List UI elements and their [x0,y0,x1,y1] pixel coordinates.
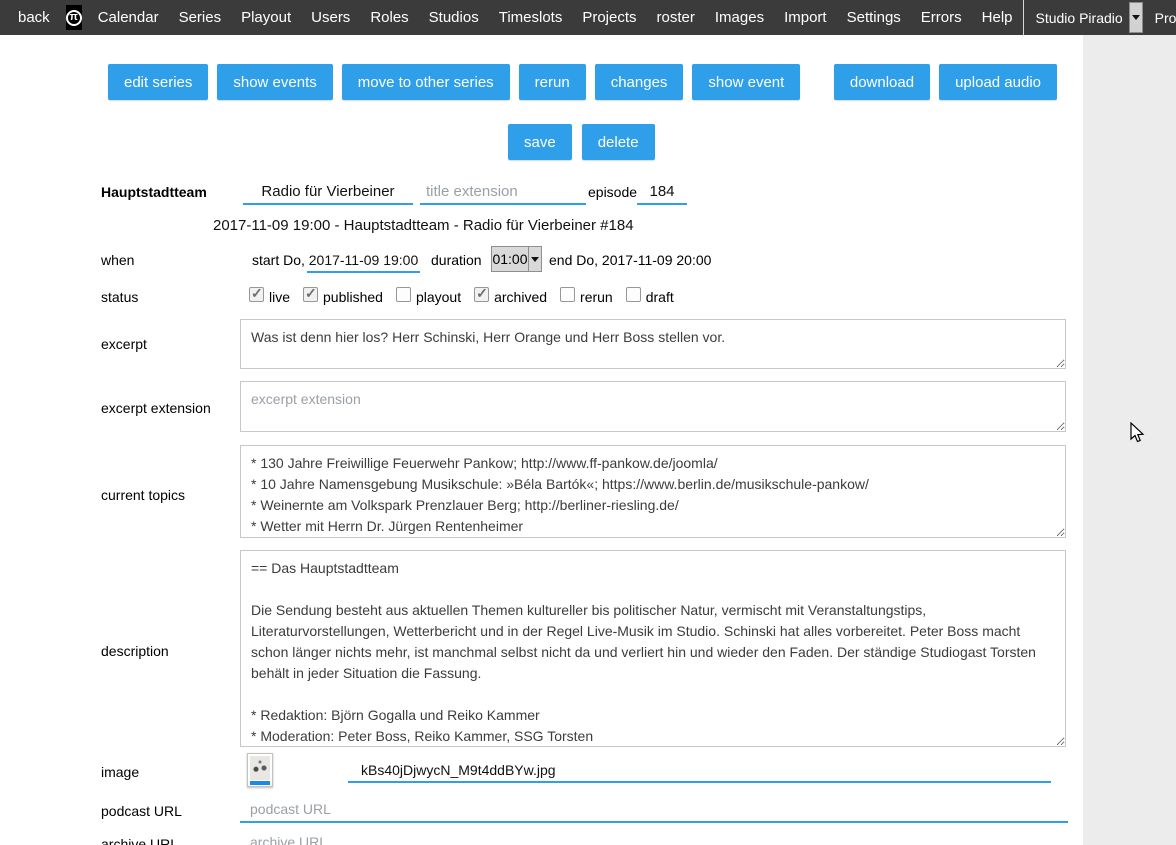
event-summary-line: 2017-11-09 19:00 - Hauptstadtteam - Radi… [213,217,634,234]
excerpt-textarea[interactable]: Was ist denn hier los? Herr Schinski, He… [240,319,1066,369]
duration-label: duration [431,252,482,268]
piradio-logo[interactable]: π [66,5,82,30]
nav-item-images[interactable]: Images [705,9,774,26]
chevron-down-icon [1132,15,1140,20]
title-extension-input[interactable] [420,180,586,205]
episode-label: episode [588,184,637,200]
nav-item-timeslots[interactable]: Timeslots [489,9,573,26]
studio-select[interactable]: Studio Piradio [1024,0,1143,35]
nav-item-users[interactable]: Users [301,9,360,26]
nav-item-import[interactable]: Import [774,9,837,26]
studio-select-arrow[interactable] [1129,2,1143,33]
image-filename-input[interactable] [348,758,1051,783]
nav-item-roles[interactable]: Roles [360,9,418,26]
checkbox-rerun[interactable]: rerun [560,287,613,305]
nav-item-studios[interactable]: Studios [419,9,489,26]
nav-item-playout[interactable]: Playout [231,9,301,26]
download-button[interactable]: download [834,64,930,100]
description-textarea[interactable]: == Das Hauptstadtteam Die Sendung besteh… [240,550,1066,747]
archive-url-label: archive URL [101,836,178,845]
back-link[interactable]: back [10,9,58,26]
end-datetime-label: end Do, 2017-11-09 20:00 [549,252,711,268]
episode-input[interactable] [637,180,687,205]
duration-select[interactable]: 01:00 [491,246,542,272]
upload-audio-button[interactable]: upload audio [939,64,1057,100]
start-prefix-label: start Do, [252,252,305,268]
series-title-label: Hauptstadtteam [101,184,207,200]
checkbox-draft[interactable]: draft [626,287,674,305]
image-thumbnail-bar [250,781,270,785]
description-label: description [101,643,169,659]
podcast-url-input[interactable] [240,796,1068,823]
checkbox-icon[interactable] [249,287,264,302]
checkbox-archived[interactable]: archived [474,287,547,305]
page-right-gutter [1083,35,1176,845]
save-button[interactable]: save [508,124,572,160]
nav-item-calendar[interactable]: Calendar [88,9,169,26]
current-topics-textarea[interactable]: * 130 Jahre Freiwillige Feuerwehr Pankow… [240,445,1066,538]
image-thumbnail[interactable] [247,753,273,787]
navbar-right-group: Studio Piradio Project 88vier Logout mil… [1023,0,1176,35]
nav-item-projects[interactable]: Projects [572,9,646,26]
show-events-button[interactable]: show events [217,64,332,100]
excerpt-extension-label: excerpt extension [101,400,211,416]
status-checkbox-row: live published playout archived rerun dr… [249,287,674,305]
checkbox-playout[interactable]: playout [396,287,461,305]
delete-button[interactable]: delete [582,124,655,160]
nav-item-help[interactable]: Help [972,9,1023,26]
when-label: when [101,252,134,268]
top-navbar: back π Calendar Series Playout Users Rol… [0,0,1176,35]
rerun-button[interactable]: rerun [519,64,586,100]
project-select[interactable]: Project 88vier [1143,0,1176,35]
checkbox-icon[interactable] [396,287,411,302]
edit-series-button[interactable]: edit series [108,64,208,100]
current-topics-label: current topics [101,487,185,503]
piradio-logo-icon: π [66,10,82,26]
nav-item-roster[interactable]: roster [647,9,705,26]
nav-item-errors[interactable]: Errors [911,9,972,26]
toolbar-row-2: save delete [508,124,655,160]
nav-item-series[interactable]: Series [169,9,232,26]
excerpt-extension-textarea[interactable] [240,381,1066,432]
excerpt-label: excerpt [101,336,147,352]
toolbar-row-1: edit series show events move to other se… [0,64,1083,100]
checkbox-live[interactable]: live [249,287,290,305]
toolbar-spacer [809,64,825,100]
chevron-down-icon [531,257,539,262]
checkbox-published[interactable]: published [303,287,383,305]
start-datetime-input[interactable] [307,248,420,273]
show-event-button[interactable]: show event [692,64,800,100]
nav-item-settings[interactable]: Settings [837,9,911,26]
show-edit-page: back π Calendar Series Playout Users Rol… [0,0,1176,845]
checkbox-icon[interactable] [560,287,575,302]
checkbox-icon[interactable] [474,287,489,302]
move-to-other-series-button[interactable]: move to other series [342,64,510,100]
archive-url-input[interactable] [240,829,1068,845]
title-input[interactable] [243,180,413,205]
status-label: status [101,289,138,305]
image-thumbnail-art [250,756,270,780]
image-label: image [101,764,139,780]
changes-button[interactable]: changes [595,64,684,100]
checkbox-icon[interactable] [626,287,641,302]
podcast-url-label: podcast URL [101,803,182,819]
duration-select-arrow[interactable] [528,247,541,271]
checkbox-icon[interactable] [303,287,318,302]
